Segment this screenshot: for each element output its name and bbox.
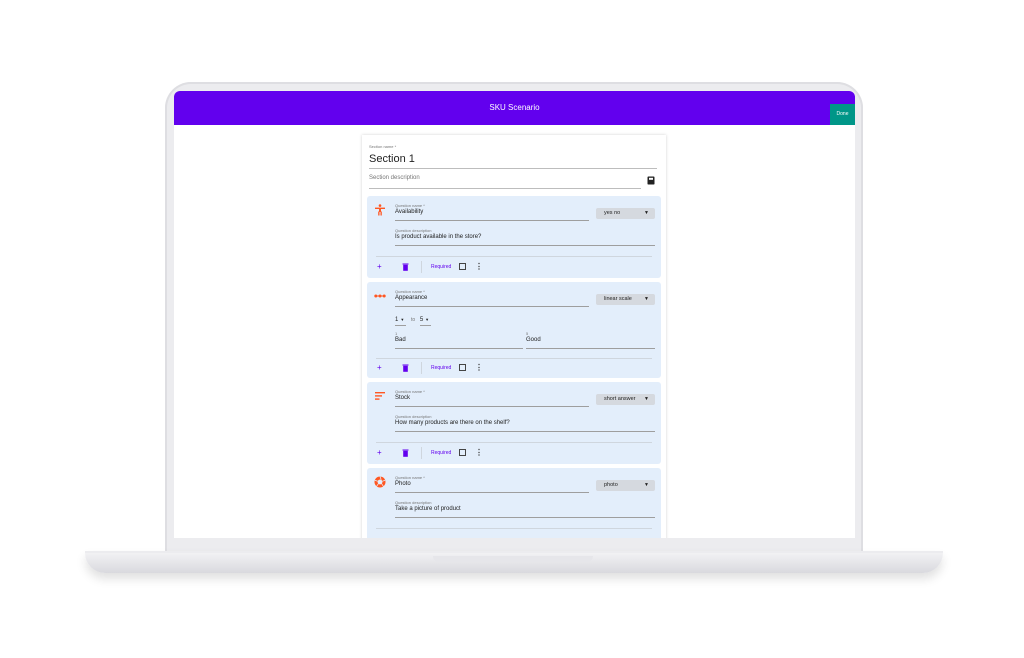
scale-min-value: 1: [395, 317, 399, 323]
question-type-value: yes no: [604, 210, 621, 216]
laptop-base: [85, 551, 943, 573]
question-type-select[interactable]: photo ▼: [596, 480, 655, 491]
question-name-input[interactable]: Photo: [395, 481, 589, 493]
dropdown-arrow-icon: ▼: [644, 296, 649, 302]
done-button[interactable]: Done: [830, 104, 855, 125]
required-checkbox[interactable]: [459, 449, 466, 456]
question-name-label: Question name *: [395, 389, 425, 394]
section-description-input[interactable]: Section description: [369, 175, 641, 189]
question-name-label: Question name *: [395, 475, 425, 480]
scale-max-value: 5: [419, 317, 424, 323]
short-text-icon: [375, 392, 385, 400]
laptop-mockup: SKU Scenario Done Section name * Section…: [0, 0, 1024, 658]
card-divider: [376, 528, 652, 529]
scale-max-select[interactable]: 5 ▼: [419, 317, 432, 326]
required-label: Required: [431, 450, 452, 456]
question-description-input[interactable]: Is product available in the store?: [395, 234, 655, 246]
question-card-appearance: Question name * Appearance linear scale ▼…: [367, 282, 661, 378]
scale-to-label: to: [410, 317, 416, 323]
question-type-select[interactable]: short answer ▼: [596, 394, 655, 405]
scale-range: 1 ▼ to 5 ▼: [395, 317, 434, 326]
question-type-value: short answer: [604, 396, 636, 402]
question-type-select[interactable]: yes no ▼: [596, 208, 655, 219]
question-description-label: Question description: [395, 500, 432, 505]
question-type-value: linear scale: [604, 296, 632, 302]
more-options-icon[interactable]: ⋮: [475, 447, 483, 459]
delete-icon[interactable]: [402, 364, 409, 372]
dropdown-arrow-icon: ▼: [644, 396, 649, 402]
action-separator: [421, 447, 422, 459]
scale-max-caption: 5: [526, 331, 529, 336]
question-card-availability: Question name * Availability yes no ▼ Que…: [367, 196, 661, 278]
app-bar: SKU Scenario Done: [174, 91, 855, 125]
question-card-stock: Question name * Stock short answer ▼ Ques…: [367, 382, 661, 464]
question-name-label: Question name *: [395, 203, 425, 208]
dropdown-arrow-icon: ▼: [644, 210, 649, 216]
dropdown-arrow-icon: ▼: [644, 482, 649, 488]
page-title: SKU Scenario: [489, 103, 540, 112]
camera-icon: [374, 476, 386, 488]
required-checkbox[interactable]: [459, 364, 466, 371]
delete-icon[interactable]: [402, 449, 409, 457]
card-divider: [376, 442, 652, 443]
delete-icon[interactable]: [402, 263, 409, 271]
add-question-button[interactable]: +: [377, 362, 382, 374]
action-separator: [421, 362, 422, 374]
card-divider: [376, 256, 652, 257]
dropdown-arrow-icon: ▼: [400, 317, 405, 322]
scale-min-caption: 1: [395, 331, 398, 336]
book-icon[interactable]: [647, 176, 655, 185]
scale-max-label-input[interactable]: Good: [526, 337, 655, 349]
question-name-input[interactable]: Stock: [395, 395, 589, 407]
scale-min-label-input[interactable]: Bad: [395, 337, 523, 349]
section-name-label: Section name *: [369, 144, 397, 149]
section-form: Section name * Section 1 Section descrip…: [362, 135, 666, 538]
more-options-icon[interactable]: ⋮: [475, 261, 483, 273]
linear-scale-icon: [374, 294, 386, 298]
question-description-input[interactable]: How many products are there on the shelf…: [395, 420, 655, 432]
question-actions: + Required ⋮: [377, 362, 657, 374]
question-description-label: Question description: [395, 228, 432, 233]
question-type-select[interactable]: linear scale ▼: [596, 294, 655, 305]
add-question-button[interactable]: +: [377, 261, 382, 273]
question-name-input[interactable]: Availability: [395, 209, 589, 221]
question-card-photo: Question name * Photo photo ▼ Question de…: [367, 468, 661, 538]
question-name-label: Question name *: [395, 289, 425, 294]
card-divider: [376, 358, 652, 359]
accessibility-icon: [375, 204, 385, 216]
required-label: Required: [431, 365, 452, 371]
question-description-label: Question description: [395, 414, 432, 419]
required-label: Required: [431, 264, 452, 270]
question-type-value: photo: [604, 482, 618, 488]
laptop-screen: SKU Scenario Done Section name * Section…: [174, 91, 855, 538]
laptop-hinge: [85, 551, 943, 553]
action-separator: [421, 261, 422, 273]
section-name-input[interactable]: Section 1: [369, 153, 657, 169]
question-description-input[interactable]: Take a picture of product: [395, 506, 655, 518]
more-options-icon[interactable]: ⋮: [475, 362, 483, 374]
question-actions: + Required ⋮: [377, 447, 657, 459]
required-checkbox[interactable]: [459, 263, 466, 270]
question-name-input[interactable]: Appearance: [395, 295, 589, 307]
add-question-button[interactable]: +: [377, 447, 382, 459]
question-actions: + Required ⋮: [377, 261, 657, 273]
laptop-notch: [433, 556, 593, 562]
dropdown-arrow-icon: ▼: [425, 317, 430, 322]
scale-min-select[interactable]: 1 ▼: [395, 317, 407, 326]
